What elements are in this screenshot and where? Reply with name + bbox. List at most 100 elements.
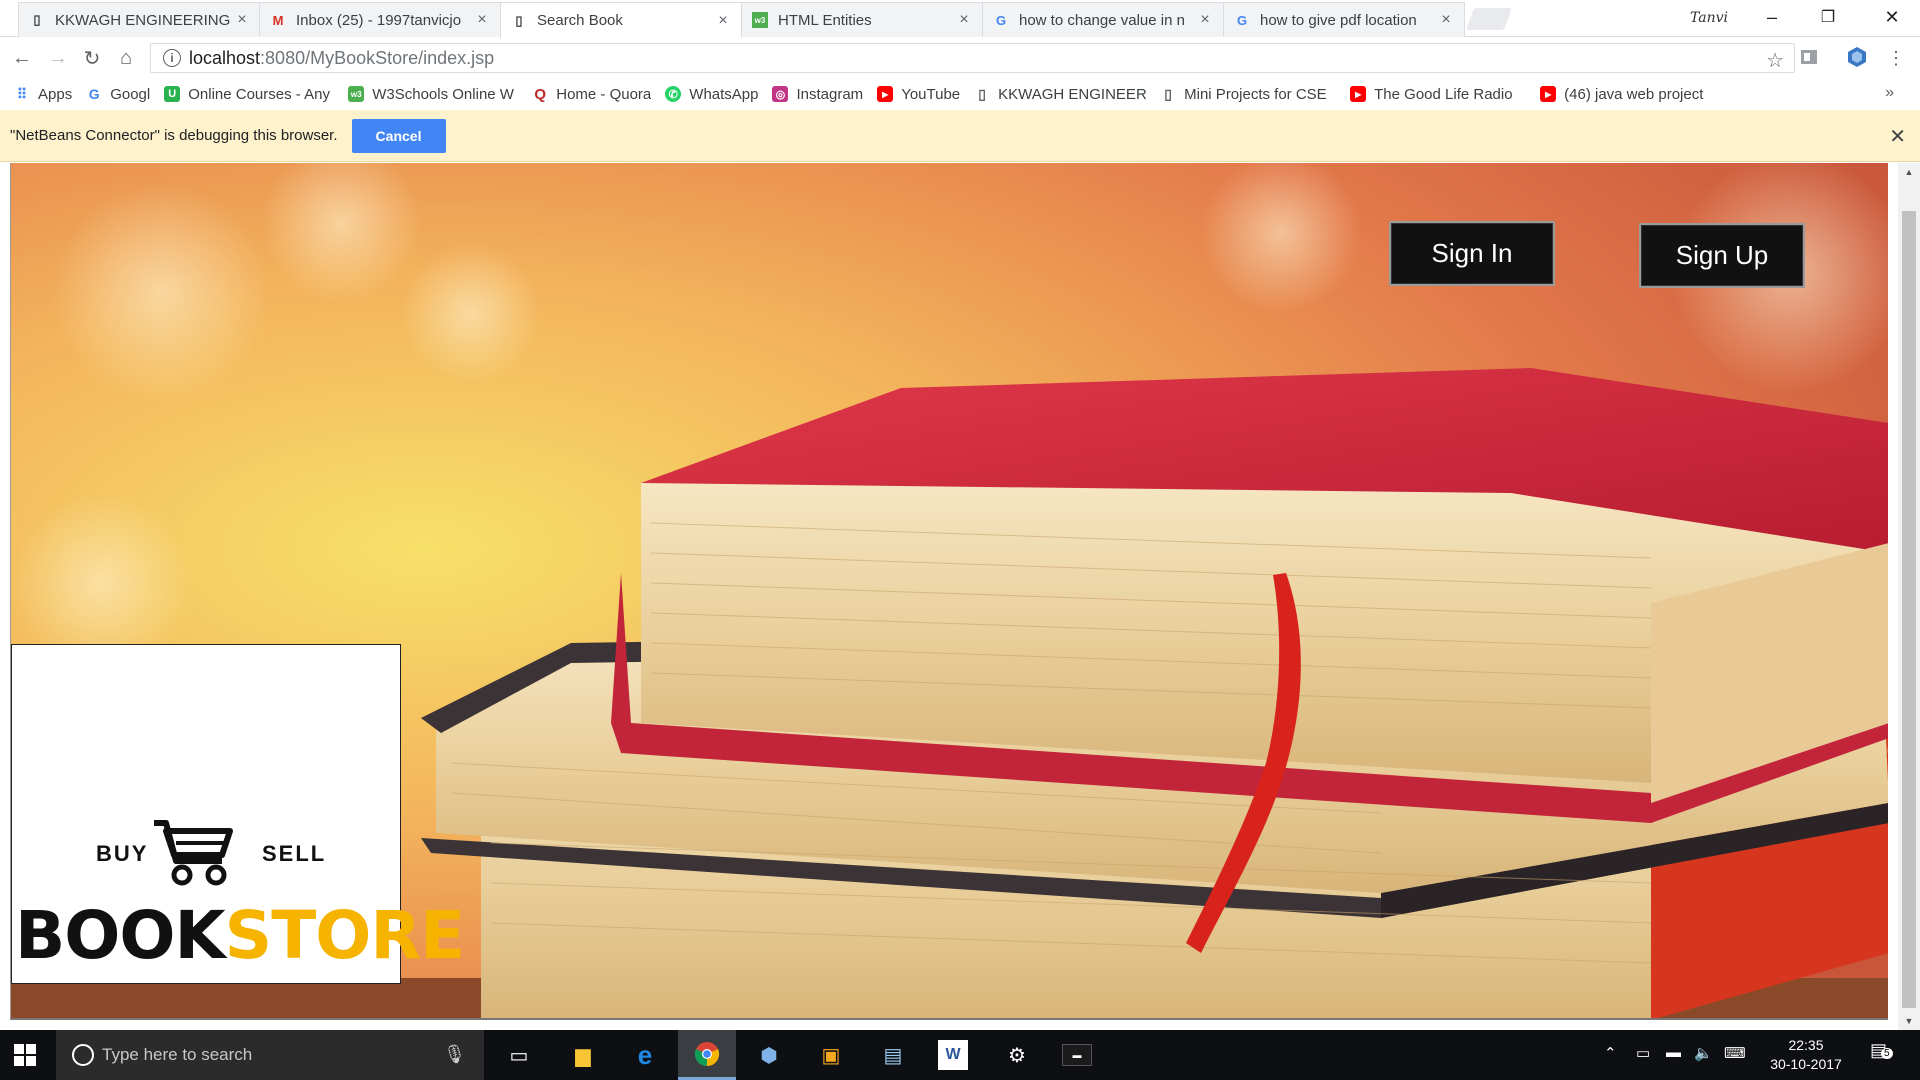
tab-title: Search Book — [537, 12, 623, 29]
debug-infobar: "NetBeans Connector" is debugging this b… — [0, 110, 1920, 162]
home-icon[interactable]: ⌂ — [112, 44, 140, 72]
restore-icon[interactable]: ❐ — [1808, 4, 1848, 30]
bookmark-label: Instagram — [796, 85, 864, 103]
bookmark-quora[interactable]: Q Home - Quora — [532, 86, 651, 103]
youtube-icon: ▶ — [877, 86, 894, 102]
infobar-message: "NetBeans Connector" is debugging this b… — [10, 127, 338, 144]
back-arrow-icon[interactable]: ← — [8, 44, 36, 72]
sign-in-button[interactable]: Sign In — [1389, 221, 1555, 286]
battery-icon[interactable]: ▬ — [1666, 1044, 1681, 1061]
tab-kkwagh[interactable]: ▯ KKWAGH ENGINEERING × — [18, 2, 261, 37]
settings-gear-icon[interactable]: ⚙ — [1000, 1038, 1034, 1072]
bookmark-whatsapp[interactable]: ✆ WhatsApp — [665, 86, 758, 103]
netbeans-icon[interactable]: ⬢ — [752, 1038, 786, 1072]
bookmark-google[interactable]: G Googl — [86, 86, 150, 103]
close-icon[interactable]: ✕ — [1889, 124, 1906, 149]
bookmark-instagram[interactable]: ◎ Instagram — [772, 86, 863, 103]
windows-start-icon[interactable] — [14, 1044, 36, 1066]
close-icon[interactable]: × — [956, 11, 972, 29]
udemy-icon: U — [164, 86, 181, 102]
bookmark-label: The Good Life Radio — [1374, 85, 1513, 103]
close-icon[interactable]: × — [715, 12, 731, 30]
extension-icon[interactable] — [1798, 46, 1820, 68]
photos-icon[interactable]: ▤ — [876, 1038, 910, 1072]
taskbar-search-box[interactable]: Type here to search 🎙 — [56, 1030, 484, 1080]
gmail-icon: M — [272, 12, 284, 28]
close-icon[interactable]: × — [1438, 11, 1454, 29]
info-icon[interactable]: i — [163, 49, 181, 67]
bookmark-youtube[interactable]: ▶ YouTube — [877, 86, 960, 103]
tab-google-1[interactable]: G how to change value in n × — [982, 2, 1224, 37]
close-icon[interactable]: × — [1197, 11, 1213, 29]
bookmark-good-life-radio[interactable]: ▶ The Good Life Radio — [1350, 86, 1526, 103]
tab-html-entities[interactable]: w3 HTML Entities × — [741, 2, 983, 37]
bookmark-online-courses[interactable]: U Online Courses - Any — [164, 86, 334, 103]
logo-sell-text: SELL — [262, 841, 327, 866]
action-center-icon[interactable]: ▤5 — [1870, 1040, 1893, 1061]
bookmark-java-web-project[interactable]: ▶ (46) java web project — [1540, 86, 1726, 103]
quora-icon: Q — [534, 85, 547, 103]
bookmark-label: WhatsApp — [689, 85, 759, 103]
browser-toolbar: ← → ↻ ⌂ i localhost:8080/MyBookStore/ind… — [0, 38, 1920, 78]
bookmark-label: Mini Projects for CSE — [1184, 85, 1327, 103]
bookmark-label: Home - Quora — [556, 85, 652, 103]
bookmark-mini-projects[interactable]: ▯ Mini Projects for CSE — [1160, 86, 1336, 103]
screen: ▯ KKWAGH ENGINEERING × M Inbox (25) - 19… — [0, 0, 1920, 1080]
cancel-button[interactable]: Cancel — [351, 118, 446, 153]
scroll-up-icon[interactable]: ▲ — [1898, 167, 1920, 177]
search-placeholder: Type here to search — [102, 1045, 253, 1064]
bookmark-star-icon[interactable]: ☆ — [1766, 48, 1784, 73]
scrollbar-thumb[interactable] — [1902, 211, 1916, 1008]
chrome-icon[interactable] — [678, 1030, 736, 1080]
tab-inbox[interactable]: M Inbox (25) - 1997tanvicjo × — [259, 2, 501, 37]
task-view-icon[interactable]: ▭ — [502, 1038, 536, 1072]
microphone-icon[interactable]: 🎙 — [443, 1044, 466, 1065]
scroll-down-icon[interactable]: ▼ — [1898, 1016, 1920, 1026]
instagram-icon: ◎ — [772, 86, 789, 102]
tab-strip: ▯ KKWAGH ENGINEERING × M Inbox (25) - 19… — [0, 0, 1920, 38]
system-clock[interactable]: 22:35 30-10-2017 — [1756, 1036, 1856, 1074]
profile-name[interactable]: Tanvi — [1690, 10, 1728, 26]
address-bar[interactable]: i localhost:8080/MyBookStore/index.jsp ☆ — [150, 43, 1795, 73]
chevron-up-icon[interactable]: ⌃ — [1604, 1044, 1617, 1062]
url-path: :8080/MyBookStore/index.jsp — [260, 47, 495, 68]
w3schools-icon: w3 — [348, 86, 365, 102]
bookmark-kkwagh[interactable]: ▯ KKWAGH ENGINEERI — [974, 86, 1146, 103]
logo-buy-text: BUY — [96, 841, 149, 866]
close-window-icon[interactable]: ✕ — [1872, 4, 1912, 30]
tab-title: HTML Entities — [778, 11, 872, 29]
whatsapp-icon: ✆ — [665, 86, 682, 102]
google-icon: G — [995, 12, 1007, 28]
bookmark-w3schools[interactable]: w3 W3Schools Online W — [348, 86, 518, 103]
app-icon[interactable]: ▣ — [814, 1038, 848, 1072]
netbeans-extension-icon[interactable] — [1846, 46, 1868, 68]
bookmarks-overflow-icon[interactable]: » — [1885, 84, 1894, 102]
page-scrollbar[interactable]: ▲ ▼ — [1898, 163, 1920, 1030]
bookmark-label: Googl — [110, 85, 151, 103]
forward-arrow-icon[interactable]: → — [44, 44, 72, 72]
reload-icon[interactable]: ↻ — [78, 44, 106, 72]
sign-up-button[interactable]: Sign Up — [1639, 223, 1805, 288]
edge-icon[interactable]: e — [628, 1038, 662, 1072]
chrome-logo — [694, 1041, 720, 1066]
network-icon[interactable]: ▭ — [1636, 1044, 1650, 1062]
bookmark-apps[interactable]: ⠿ Apps — [14, 86, 72, 103]
menu-dots-icon[interactable]: ⋮ — [1882, 44, 1910, 72]
file-explorer-icon[interactable]: ▆ — [566, 1038, 600, 1072]
google-icon: G — [88, 86, 100, 102]
close-icon[interactable]: × — [234, 11, 250, 29]
bookmark-label: (46) java web project — [1564, 85, 1704, 103]
volume-icon[interactable]: 🔈 — [1694, 1044, 1713, 1062]
keyboard-icon[interactable]: ⌨ — [1724, 1044, 1746, 1062]
bookstore-logo: BUY SELL BOOKSTORE — [11, 644, 465, 984]
mysql-icon[interactable]: ▬ — [1062, 1044, 1092, 1066]
tab-search-book[interactable]: ▯ Search Book × — [500, 2, 742, 38]
page-icon: ▯ — [515, 12, 523, 28]
new-tab-button[interactable] — [1465, 8, 1513, 30]
tab-google-2[interactable]: G how to give pdf location × — [1223, 2, 1465, 37]
notification-badge: 5 — [1881, 1048, 1893, 1059]
close-icon[interactable]: × — [474, 11, 490, 29]
word-icon[interactable]: W — [938, 1040, 968, 1070]
cortana-icon — [72, 1044, 94, 1066]
minimize-icon[interactable]: – — [1752, 4, 1792, 30]
